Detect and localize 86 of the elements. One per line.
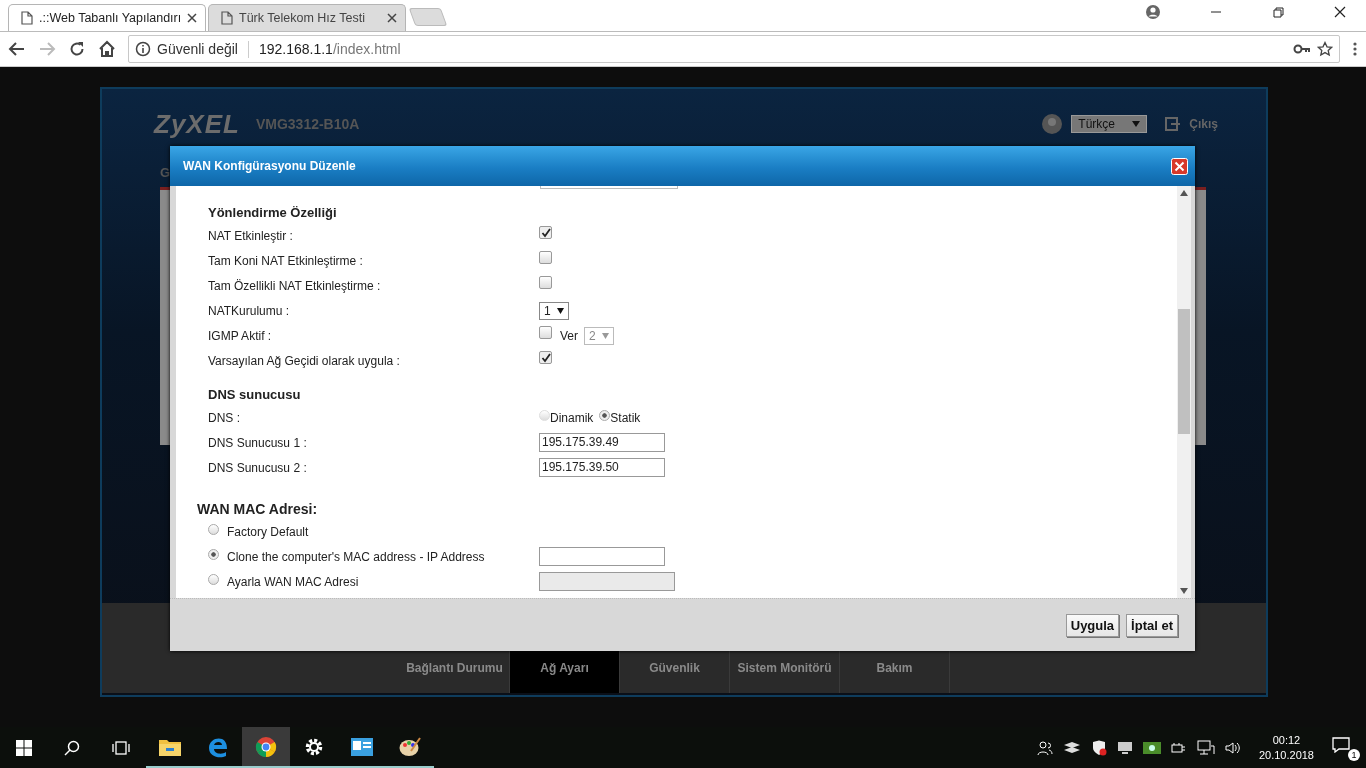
folder-icon [159, 737, 181, 756]
restore-icon[interactable] [1271, 4, 1285, 19]
graphics-card-icon[interactable] [1142, 740, 1161, 755]
volume-icon[interactable] [1224, 740, 1241, 755]
model-name: VMG3312-B10A [255, 116, 360, 132]
url-host: 192.168.1.1 [258, 41, 333, 57]
scroll-down-icon[interactable] [1180, 588, 1188, 594]
language-dropdown[interactable]: Türkçe [1071, 115, 1148, 133]
profile-icon[interactable] [1145, 3, 1161, 20]
field-label: DNS Sunucusu 1 : [208, 435, 308, 450]
field-label: NAT Etkinleştir : [208, 228, 294, 243]
chrome-icon [255, 735, 277, 758]
input-field[interactable]: 195.175.39.49 [539, 433, 665, 452]
dialog-button[interactable]: Uygula [1065, 613, 1120, 637]
home-icon[interactable] [98, 40, 116, 58]
input-field[interactable]: 195.175.39.50 [539, 458, 665, 477]
menu-icon[interactable] [1352, 41, 1358, 57]
caret-icon [1132, 121, 1141, 127]
url-path: /index.html [332, 41, 401, 57]
people-icon[interactable] [1036, 739, 1053, 756]
field-label: Tam Koni NAT Etkinleştirme : [208, 253, 364, 268]
scroll-up-icon[interactable] [1180, 190, 1188, 196]
settings-icon [304, 736, 324, 757]
clock-date[interactable]: 20.10.2018 [1258, 747, 1314, 763]
browser-tab[interactable]: .::Web Tabanlı Yapılandırı [8, 4, 206, 31]
star-icon[interactable] [1317, 41, 1333, 57]
radio-button[interactable] [208, 523, 219, 535]
radio-label: Dinamik [550, 410, 594, 425]
caret-icon [556, 307, 564, 314]
section-heading: WAN MAC Adresi: [197, 501, 319, 519]
info-icon [135, 41, 151, 57]
close-icon[interactable] [387, 13, 397, 23]
field-label: Varsayılan Ağ Geçidi olarak uygula : [208, 353, 401, 368]
dialog-title: WAN Konfigürasyonu Düzenle [183, 159, 357, 173]
radio-button[interactable] [208, 548, 219, 560]
radio-label: Factory Default [227, 524, 310, 539]
checkbox[interactable] [539, 351, 552, 364]
version-dropdown[interactable]: 2 [584, 326, 614, 345]
dropdown[interactable]: 1 [539, 301, 569, 320]
checkbox[interactable] [539, 226, 552, 239]
browser-tab[interactable]: Türk Telekom Hız Testi [208, 4, 406, 31]
section-heading: Yönlendirme Özelliği [208, 204, 338, 222]
back-icon[interactable] [8, 40, 26, 58]
checkbox[interactable] [539, 276, 552, 289]
radio-label: Ayarla WAN MAC Adresi [227, 574, 360, 589]
radio-button[interactable] [208, 573, 219, 585]
checkbox[interactable] [539, 251, 552, 264]
checkbox[interactable] [539, 326, 552, 339]
radio-button[interactable] [599, 409, 611, 421]
radio-label: Clone the computer's MAC address - IP Address [227, 549, 486, 564]
field-label: DNS Sunucusu 2 : [208, 460, 308, 475]
reload-icon[interactable] [68, 40, 86, 58]
field-label: DNS : [208, 410, 241, 425]
page-icon [21, 11, 33, 25]
palette-icon [399, 736, 421, 757]
version-label: Ver [560, 328, 578, 343]
dialog-button[interactable]: İptal et [1126, 613, 1178, 637]
menu-label: G [160, 165, 171, 180]
section-heading: DNS sunucusu [208, 386, 302, 404]
close-icon[interactable] [1333, 4, 1347, 19]
wired-network-icon[interactable] [1196, 739, 1215, 756]
search-icon[interactable] [64, 739, 80, 756]
input-field[interactable] [540, 186, 678, 189]
close-icon[interactable] [187, 13, 197, 23]
security-label: Güvenli değil [157, 41, 238, 57]
browser-e-icon [207, 735, 229, 758]
taskbar-app[interactable] [242, 727, 290, 768]
field-label: NATKurulumu : [208, 303, 291, 318]
caret-icon [601, 332, 609, 339]
power-plug-icon[interactable] [1170, 740, 1187, 755]
task-view-icon[interactable] [112, 739, 130, 756]
contact-card-icon [351, 737, 373, 756]
address-bar[interactable]: Güvenli değil 192.168.1.1/index.html [128, 35, 1340, 63]
brand-logo: ZyXEL [154, 108, 240, 140]
clock-time[interactable]: 00:12 [1272, 732, 1301, 748]
monitor-icon[interactable] [1116, 740, 1133, 755]
logout-icon[interactable] [1165, 116, 1182, 132]
shield-icon[interactable] [1090, 739, 1107, 756]
field-label: Tam Özellikli NAT Etkinleştirme : [208, 278, 382, 293]
radio-label: Statik [610, 410, 641, 425]
scrollbar[interactable] [1177, 186, 1191, 598]
input-field[interactable] [539, 547, 665, 566]
field-label: IGMP Aktif : [208, 328, 273, 343]
key-icon[interactable] [1293, 43, 1311, 55]
page-icon [221, 11, 233, 25]
windows-start-icon[interactable] [16, 739, 32, 756]
